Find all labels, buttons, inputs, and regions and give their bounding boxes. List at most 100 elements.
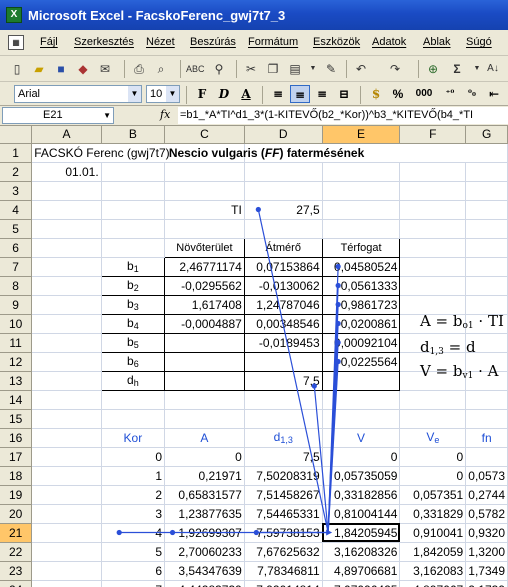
- cell[interactable]: [31, 390, 102, 410]
- data-cell[interactable]: 0: [322, 447, 401, 467]
- data-cell[interactable]: 5: [101, 542, 166, 562]
- row-header[interactable]: 23: [0, 561, 33, 581]
- cell[interactable]: [244, 181, 323, 201]
- data-cell[interactable]: 7,67625632: [244, 542, 323, 562]
- save-icon[interactable]: ■: [52, 60, 70, 78]
- ti-value-cell[interactable]: 27,5: [244, 200, 323, 220]
- param-value[interactable]: -0,0004887: [164, 313, 245, 334]
- param-value[interactable]: 1,24787046: [243, 294, 323, 315]
- sheet-title[interactable]: Nescio vulgaris (FF) fatermésének: [166, 143, 431, 163]
- cell[interactable]: [322, 200, 401, 220]
- email-icon[interactable]: ✉: [96, 60, 114, 78]
- print-preview-icon[interactable]: ⌕: [152, 60, 170, 78]
- increase-decimal-icon[interactable]: ⁺⁰: [440, 85, 460, 103]
- data-cell[interactable]: 4: [101, 523, 166, 543]
- column-title[interactable]: fn: [465, 428, 508, 448]
- data-cell[interactable]: 3,16208326: [322, 542, 401, 562]
- param-value[interactable]: -0,0130062: [243, 275, 323, 296]
- param-label[interactable]: b1: [100, 256, 166, 277]
- data-cell[interactable]: 0,05735059: [322, 466, 401, 486]
- cell[interactable]: [465, 162, 508, 182]
- paste-dropdown-icon[interactable]: ▼: [304, 60, 322, 78]
- param-value[interactable]: 0,00092104: [321, 332, 401, 353]
- param-value[interactable]: 0,9861723: [321, 294, 401, 315]
- copy-icon[interactable]: ❐: [264, 60, 282, 78]
- cell[interactable]: [31, 200, 102, 220]
- permission-icon[interactable]: ◆: [74, 60, 92, 78]
- menu-view[interactable]: Nézet: [146, 36, 175, 48]
- font-size-select[interactable]: 10 ▼: [146, 85, 180, 103]
- cell[interactable]: [465, 181, 508, 201]
- data-cell[interactable]: 1,7349: [465, 561, 508, 581]
- param-value[interactable]: 1,617408: [164, 294, 245, 315]
- data-cell[interactable]: [244, 409, 323, 429]
- row-header[interactable]: 18: [0, 466, 33, 486]
- row-header[interactable]: 24: [0, 580, 33, 587]
- cut-icon[interactable]: ✂: [242, 60, 260, 78]
- data-cell[interactable]: 1,23877635: [164, 504, 245, 524]
- chevron-down-icon[interactable]: ▼: [103, 108, 111, 123]
- cell[interactable]: [465, 200, 508, 220]
- param-value[interactable]: 0,04580524: [321, 256, 401, 277]
- menu-help[interactable]: Súgó: [466, 36, 492, 48]
- param-header[interactable]: Növőterület: [164, 237, 245, 258]
- bold-button[interactable]: F: [192, 85, 212, 103]
- name-box[interactable]: E21 ▼: [2, 107, 114, 124]
- data-cell[interactable]: 4,44283739: [164, 580, 245, 587]
- data-cell[interactable]: 2,70060233: [164, 542, 245, 562]
- italic-button[interactable]: D: [214, 85, 234, 103]
- data-cell[interactable]: 1,84205945: [322, 523, 401, 543]
- cell[interactable]: [31, 257, 102, 277]
- param-label[interactable]: b5: [100, 332, 166, 353]
- menu-format[interactable]: Formátum: [248, 36, 298, 48]
- param-value[interactable]: 0,00348546: [243, 313, 323, 334]
- print-icon[interactable]: ⎙: [130, 60, 148, 78]
- column-header-f[interactable]: F: [399, 126, 467, 144]
- data-cell[interactable]: 7,59738153: [244, 523, 323, 543]
- column-title[interactable]: V: [322, 428, 401, 448]
- data-cell[interactable]: 0,0573: [465, 466, 508, 486]
- data-cell[interactable]: [101, 390, 166, 410]
- cell[interactable]: [465, 257, 508, 277]
- insert-function-icon[interactable]: fx: [160, 108, 170, 121]
- data-cell[interactable]: 0,33182856: [322, 485, 401, 505]
- row-header[interactable]: 1: [0, 143, 33, 163]
- data-cell[interactable]: [244, 390, 323, 410]
- row-header[interactable]: 12: [0, 352, 33, 372]
- data-cell[interactable]: 7,07096425: [322, 580, 401, 587]
- data-cell[interactable]: [164, 390, 245, 410]
- row-header[interactable]: 9: [0, 295, 33, 315]
- data-cell[interactable]: [465, 447, 508, 467]
- param-value[interactable]: 7,5: [243, 370, 323, 391]
- cell[interactable]: [31, 181, 102, 201]
- cell[interactable]: [164, 181, 245, 201]
- cell[interactable]: [31, 295, 102, 315]
- cell[interactable]: [399, 181, 467, 201]
- param-value[interactable]: [164, 370, 245, 391]
- spelling-icon[interactable]: ABC: [186, 60, 205, 78]
- currency-icon[interactable]: $: [366, 85, 386, 103]
- data-cell[interactable]: 7: [101, 580, 166, 587]
- font-name-select[interactable]: Arial ▼: [14, 85, 142, 103]
- row-header[interactable]: 15: [0, 409, 33, 429]
- data-cell[interactable]: 1,3200: [465, 542, 508, 562]
- param-value[interactable]: -0,0225564: [321, 351, 401, 372]
- format-painter-icon[interactable]: ✎: [322, 60, 340, 78]
- cell[interactable]: [101, 219, 166, 239]
- cell[interactable]: [31, 371, 102, 391]
- paste-icon[interactable]: ▤: [286, 60, 304, 78]
- param-label[interactable]: b4: [100, 313, 166, 334]
- ti-label-cell[interactable]: TI: [164, 200, 245, 220]
- cell[interactable]: [31, 466, 102, 486]
- cell[interactable]: [31, 238, 102, 258]
- param-label[interactable]: b2: [100, 275, 166, 296]
- data-cell[interactable]: [465, 409, 508, 429]
- autosum-icon[interactable]: Σ: [448, 60, 466, 78]
- align-right-icon[interactable]: ≡: [312, 85, 332, 103]
- data-cell[interactable]: [101, 409, 166, 429]
- data-cell[interactable]: 1: [101, 466, 166, 486]
- data-cell[interactable]: 0,910041: [399, 523, 467, 543]
- column-title[interactable]: Ve: [399, 428, 467, 448]
- cell[interactable]: [101, 200, 166, 220]
- cell[interactable]: [399, 238, 467, 258]
